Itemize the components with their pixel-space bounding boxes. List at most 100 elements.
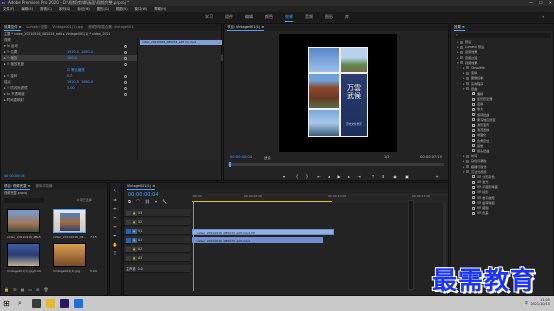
track-header-a2[interactable]: 🔒 A2 [124, 245, 190, 253]
add-marker-timeline-icon[interactable]: ▾ [155, 199, 157, 205]
track-header-v1[interactable]: 🔒 V1 [124, 227, 190, 235]
track-lock-icon[interactable]: 🔒 [132, 237, 137, 243]
add-marker-icon[interactable]: ▾ [281, 174, 287, 180]
track-lock-icon[interactable]: 🔒 [132, 210, 137, 216]
app-taskbar-icon[interactable] [74, 299, 83, 308]
track-select-tool-icon[interactable]: ⇉ [112, 197, 118, 203]
export-frame-icon[interactable]: ◉ [392, 174, 398, 180]
track-header-v3[interactable]: 🔒 V3 [124, 209, 190, 217]
hand-tool-icon[interactable]: ✋ [112, 242, 118, 248]
windows-start-icon[interactable]: ⊞ [3, 299, 12, 308]
tab-project[interactable]: 项目: 视频完整 ≡ [4, 183, 31, 190]
nest-icon[interactable]: ⧉ [128, 199, 131, 205]
linked-selection-icon[interactable]: ⛓ [145, 199, 150, 205]
reset-keyframe-icon[interactable] [124, 74, 127, 78]
track-header-master[interactable]: 主声道 0.0 [124, 265, 190, 273]
slip-tool-icon[interactable]: ↔ [112, 224, 118, 230]
track-header-a3[interactable]: 🔒 A3 [124, 254, 190, 262]
resolution-select[interactable]: 1/2 [384, 155, 389, 159]
workspace-effects[interactable]: 效果 [285, 12, 293, 22]
workspace-assembly[interactable]: 组件 [225, 12, 233, 22]
track-target-toggle[interactable] [126, 237, 131, 243]
tab-media-browser[interactable]: 媒体浏览器 [35, 183, 52, 190]
file-explorer-icon[interactable] [46, 299, 55, 308]
reset-keyframe-icon[interactable] [124, 86, 127, 90]
tab-program[interactable]: 节目: Vintage001(1) ≡ [227, 24, 265, 31]
track-target-toggle[interactable] [126, 255, 131, 261]
selection-tool-icon[interactable]: ↖ [112, 188, 118, 194]
tab-audio-clip-mixer[interactable]: 音频剪辑混合器: Vintage001 [88, 24, 133, 31]
video-canvas[interactable]: 万雲武候 历史文化景区 [279, 34, 397, 152]
work-area-bar[interactable] [192, 201, 332, 202]
timeline-timecode[interactable]: 00:00:00:04 [128, 192, 159, 198]
workspace-editing[interactable]: 编辑 [245, 12, 253, 22]
tab-source[interactable]: Vintage001(1).jpg [52, 24, 83, 31]
video-clip[interactable]: video_20210916_085034_edit.mp4 [V] [192, 229, 334, 235]
new-item-icon[interactable]: ⊞ [36, 287, 39, 293]
type-tool-icon[interactable]: T [112, 251, 118, 257]
media-thumbnail[interactable] [7, 209, 40, 233]
task-view-icon[interactable] [32, 299, 41, 308]
workspace-overflow-button[interactable]: » [542, 14, 550, 20]
workspace-audio[interactable]: 音频 [305, 12, 313, 22]
reset-keyframe-icon[interactable] [124, 92, 127, 96]
audio-clip[interactable]: video_20210916_085034_edit.mp4 [192, 237, 323, 243]
list-view-icon[interactable]: ☰ [13, 287, 17, 293]
zoom-fit-select[interactable]: 适合 [264, 155, 271, 160]
delete-icon[interactable]: 🗑 [44, 287, 49, 293]
mark-in-icon[interactable]: { [294, 174, 300, 180]
reset-keyframe-icon[interactable] [124, 80, 127, 84]
lock-icon[interactable]: 🔒 [4, 287, 9, 293]
extract-icon[interactable]: ⇞ [380, 174, 386, 180]
mark-out-icon[interactable]: } [304, 174, 310, 180]
ripple-edit-tool-icon[interactable]: ⇹ [112, 206, 118, 212]
keyframe-area[interactable]: video_20210916_085034_edit (1).mp4 [137, 38, 222, 160]
workspace-libraries[interactable]: 库 [345, 12, 349, 22]
system-clock[interactable]: 11:05 2021/10/15 [530, 298, 550, 306]
track-lock-icon[interactable]: 🔒 [132, 255, 137, 261]
reset-keyframe-icon[interactable] [124, 62, 127, 66]
workspace-graphics[interactable]: 图形 [325, 12, 333, 22]
effect-item[interactable]: VR 色差 [457, 211, 553, 216]
tab-effects[interactable]: 效果 ≡ [454, 24, 465, 31]
program-timecode[interactable]: 00:00:00:04 [230, 155, 252, 159]
add-button-icon[interactable]: + [434, 174, 440, 180]
go-to-in-icon[interactable]: ⇤ [316, 174, 322, 180]
workspace-learn[interactable]: 学习 [205, 12, 213, 22]
effect-controls-timecode[interactable]: 00:00:00:04 [4, 174, 25, 178]
track-target-toggle[interactable] [126, 219, 131, 225]
play-icon[interactable]: ▶ [336, 174, 342, 180]
playback-scrubber[interactable] [228, 162, 444, 167]
reset-keyframe-icon[interactable] [124, 44, 127, 48]
track-lock-icon[interactable]: 🔒 [132, 228, 137, 234]
go-to-out-icon[interactable]: ⇥ [356, 174, 362, 180]
compare-view-icon[interactable]: ▣ [404, 174, 410, 180]
step-forward-icon[interactable]: ▸ [346, 174, 352, 180]
playhead-marker[interactable] [229, 162, 231, 167]
workspace-color[interactable]: 颜色 [265, 12, 273, 22]
track-target-toggle[interactable] [126, 210, 131, 216]
premiere-taskbar-icon[interactable] [60, 299, 69, 308]
step-back-icon[interactable]: ◂ [326, 174, 332, 180]
track-header-v2[interactable]: 🔒 V2 [124, 218, 190, 226]
input-language[interactable]: 中 [525, 301, 528, 305]
timeline-playhead[interactable] [193, 201, 194, 291]
media-thumbnail-selected[interactable] [53, 209, 86, 233]
reset-keyframe-icon[interactable] [124, 50, 127, 54]
icon-view-icon[interactable]: ▦ [21, 287, 25, 293]
effects-search-input[interactable]: ⌕ [455, 32, 551, 38]
new-bin-icon[interactable]: ▭ [28, 287, 32, 293]
keyframe-clip-bar[interactable]: video_20210916_085034_edit (1).mp4 [140, 40, 222, 45]
reset-keyframe-icon[interactable] [124, 56, 127, 60]
track-header-a1[interactable]: 🔒 A1 [124, 236, 190, 244]
tab-sequence[interactable]: Vintage001(1) ≡ [127, 183, 156, 190]
pen-tool-icon[interactable]: ✒ [112, 233, 118, 239]
snap-icon[interactable]: ⌒ [136, 199, 140, 205]
track-lock-icon[interactable]: 🔒 [132, 246, 137, 252]
media-thumbnail[interactable] [53, 243, 86, 267]
tab-lumetri-scopes[interactable]: Lumetri 范围 [26, 24, 47, 31]
search-icon[interactable]: ⌕ [18, 299, 27, 308]
razor-tool-icon[interactable]: ✂ [112, 215, 118, 221]
timeline-settings-icon[interactable]: 🔧 [162, 199, 167, 205]
track-lock-icon[interactable]: 🔒 [132, 219, 137, 225]
